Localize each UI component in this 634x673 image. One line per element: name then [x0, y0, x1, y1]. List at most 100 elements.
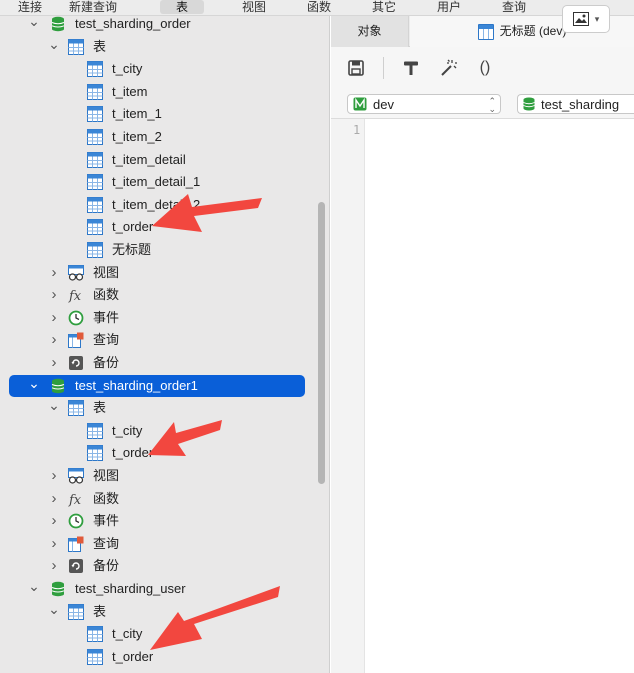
chevron-right-icon[interactable]: › — [48, 555, 60, 577]
tree-item-db1-t7[interactable]: t_item_detail_2 — [0, 194, 316, 216]
save-icon[interactable] — [347, 59, 365, 77]
toolbar-separator — [383, 57, 384, 79]
connection-select-value: dev — [373, 96, 394, 112]
tree-item-db1-queries[interactable]: › 查询 — [0, 329, 316, 351]
chevron-down-icon[interactable]: ⌄ — [48, 598, 60, 620]
sql-editor[interactable]: 1 — [331, 119, 634, 673]
toolbar-functions[interactable]: 函数 — [307, 0, 331, 14]
chevron-down-icon[interactable]: ⌄ — [28, 16, 40, 32]
chevron-right-icon[interactable]: › — [48, 307, 60, 329]
image-menu-button[interactable]: ▾ — [562, 5, 610, 33]
query-icon — [68, 332, 84, 349]
tree-item-db2-t1[interactable]: t_city — [0, 420, 316, 442]
parentheses-button[interactable]: () — [476, 59, 494, 77]
database-select[interactable]: test_sharding — [517, 94, 634, 114]
tab-objects[interactable]: 对象 — [331, 16, 409, 47]
image-icon — [572, 12, 589, 26]
chevron-right-icon[interactable]: › — [48, 329, 60, 351]
chevron-down-icon[interactable]: ⌄ — [48, 33, 60, 55]
table-icon — [87, 648, 103, 665]
tree-item-db2-queries[interactable]: › 查询 — [0, 533, 316, 555]
database-icon — [51, 378, 65, 393]
function-icon: fx — [68, 289, 82, 303]
chevron-right-icon[interactable]: › — [48, 352, 60, 374]
tree-item-label: 函数 — [93, 490, 120, 506]
tree-item-db1-tables[interactable]: ⌄ 表 — [0, 36, 316, 58]
tree-item-db3-tables[interactable]: ⌄ 表 — [0, 601, 316, 623]
tab-query-label: 无标题 (dev) — [499, 24, 567, 38]
tree-item-db3-t1[interactable]: t_city — [0, 623, 316, 645]
tree-item-label: 查询 — [93, 332, 120, 348]
table-icon — [87, 626, 103, 643]
toolbar-new-query[interactable]: 新建查询 — [69, 0, 117, 14]
tree-item-db2-views[interactable]: › 视图 — [0, 465, 316, 487]
tree-item-db1-t1[interactable]: t_city — [0, 58, 316, 80]
chevron-down-icon[interactable]: ⌄ — [28, 575, 40, 597]
tree-item-label: 表 — [93, 603, 107, 619]
connection-select[interactable]: dev ⌃ ⌄ — [347, 94, 501, 114]
chevron-down-icon[interactable]: ⌄ — [48, 394, 60, 416]
tree-item-db1-t8[interactable]: t_order — [0, 216, 316, 238]
chevron-right-icon[interactable]: › — [48, 533, 60, 555]
table-icon — [87, 422, 103, 439]
tree-item-db2-tables[interactable]: ⌄ 表 — [0, 397, 316, 419]
tree-item-label: t_item — [112, 83, 148, 99]
tree-item-db2-t2[interactable]: t_order — [0, 442, 316, 464]
toolbar-tables[interactable]: 表 — [160, 0, 205, 14]
toolbar-views[interactable]: 视图 — [242, 0, 266, 14]
magic-wand-icon[interactable] — [438, 59, 458, 77]
toolbar-queries[interactable]: 查询 — [502, 0, 526, 14]
tree-item-label: t_item_detail_1 — [112, 174, 201, 190]
tree-item-label: 视图 — [93, 468, 120, 483]
toolbar-users[interactable]: 用户 — [437, 0, 461, 14]
line-number: 1 — [353, 123, 361, 137]
tree-item-label: 事件 — [93, 309, 120, 325]
tree-item-db2-events[interactable]: › 事件 — [0, 510, 316, 532]
tree-item-db2-funcs[interactable]: › fx 函数 — [0, 488, 316, 510]
svg-text:fx: fx — [68, 289, 82, 303]
tree-item-db1-events[interactable]: › 事件 — [0, 307, 316, 329]
chevron-right-icon[interactable]: › — [48, 284, 60, 306]
tree-item-db1-backups[interactable]: › 备份 — [0, 352, 316, 374]
tree-item-db2-backups[interactable]: › 备份 — [0, 555, 316, 577]
tree-item-db1-t4[interactable]: t_item_2 — [0, 126, 316, 148]
tree-item-db1-t9[interactable]: 无标题 — [0, 239, 316, 261]
sidebar-scrollbar[interactable] — [318, 202, 325, 484]
database-select-value: test_sharding — [541, 96, 620, 112]
tree-item-label: t_item_detail_2 — [112, 196, 201, 212]
tree-item-label: t_order — [112, 445, 154, 461]
chevron-right-icon[interactable]: › — [48, 510, 60, 532]
tree-item-db1-funcs[interactable]: › fx 函数 — [0, 284, 316, 306]
table-icon — [68, 38, 84, 55]
tree-item-db1-t5[interactable]: t_item_detail — [0, 149, 316, 171]
tree-item-label: 视图 — [93, 264, 120, 280]
tree-item-db1-t3[interactable]: t_item_1 — [0, 103, 316, 125]
toolbar-connect[interactable]: 连接 — [18, 0, 42, 14]
backup-icon — [69, 559, 83, 574]
backup-icon — [69, 356, 83, 370]
function-icon: fx — [68, 493, 82, 507]
event-clock-icon — [68, 310, 84, 326]
tree-item-db1-views[interactable]: › 视图 — [0, 262, 316, 284]
top-toolbar: 连接 新建查询 表 视图 函数 其它 用户 查询 — [0, 0, 634, 16]
tree-item-label: test_sharding_order — [75, 16, 191, 31]
tree-item-db3-t2[interactable]: t_order — [0, 646, 316, 668]
tree-item-label: t_item_detail — [112, 151, 186, 167]
tree-item-label: test_sharding_user — [75, 581, 186, 596]
toolbar-other[interactable]: 其它 — [372, 0, 396, 14]
view-icon — [68, 264, 84, 281]
table-icon — [87, 242, 103, 258]
tree-item-db1-t2[interactable]: t_item — [0, 81, 316, 103]
query-table-icon — [477, 23, 494, 40]
hammer-icon[interactable] — [402, 59, 420, 77]
tree-item-label: t_order — [112, 219, 154, 235]
tree-item-label: t_city — [112, 422, 143, 438]
tree-item-db1-t6[interactable]: t_item_detail_1 — [0, 171, 316, 193]
database-icon — [523, 97, 535, 111]
svg-text:fx: fx — [68, 493, 82, 507]
chevron-right-icon[interactable]: › — [48, 488, 60, 510]
tree-item-label: test_sharding_order1 — [75, 377, 198, 393]
chevron-right-icon[interactable]: › — [48, 465, 60, 487]
chevron-right-icon[interactable]: › — [48, 262, 60, 284]
chevron-down-icon[interactable]: ⌄ — [28, 372, 40, 394]
